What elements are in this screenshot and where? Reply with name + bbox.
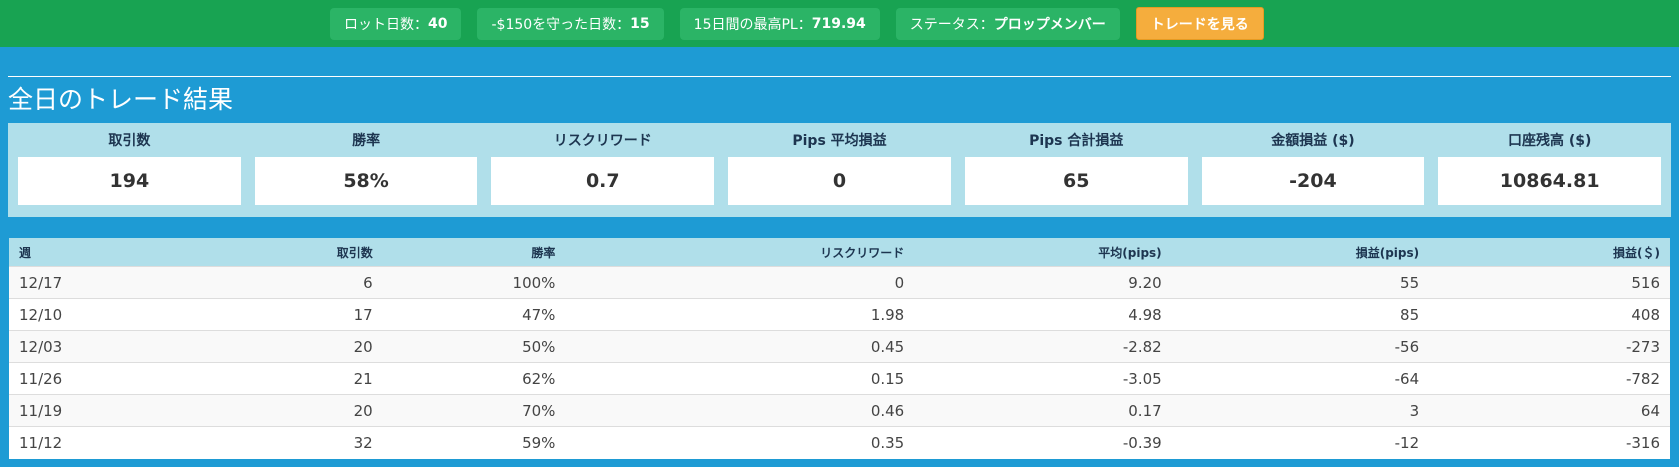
stat-account-balance: 口座残高 ($) 10864.81 bbox=[1438, 123, 1662, 205]
cell-avg-pips: 4.98 bbox=[914, 298, 1172, 331]
stat-value: 10864.81 bbox=[1438, 157, 1662, 205]
cell-trades: 6 bbox=[158, 266, 383, 299]
stat-win-rate: 勝率 58% bbox=[254, 123, 478, 205]
col-header-pl-dollars: 損益(＄) bbox=[1429, 238, 1670, 267]
cell-pl-pips: -64 bbox=[1171, 362, 1430, 395]
table-row: 12/17 6 100% 0 9.20 55 516 bbox=[9, 266, 1670, 299]
table-row: 11/19 20 70% 0.46 0.17 3 64 bbox=[9, 394, 1670, 427]
cell-trades: 21 bbox=[158, 362, 383, 395]
cell-trades: 32 bbox=[158, 426, 383, 459]
cell-avg-pips: 9.20 bbox=[914, 266, 1172, 299]
stat-value: 0 bbox=[728, 157, 951, 205]
weekly-results-table: 週 取引数 勝率 リスクリワード 平均(pips) 損益(pips) 損益(＄)… bbox=[9, 238, 1670, 459]
col-header-pl-pips: 損益(pips) bbox=[1171, 238, 1430, 267]
col-header-risk-reward: リスクリワード bbox=[565, 238, 915, 267]
status-value: プロップメンバー bbox=[993, 16, 1106, 33]
cell-trades: 20 bbox=[158, 394, 383, 427]
cell-pl-dollars: -273 bbox=[1429, 330, 1670, 363]
stat-label: 取引数 bbox=[108, 133, 151, 149]
max-pl-pill: 15日間の最高PL： 719.94 bbox=[679, 7, 880, 40]
table-row: 12/10 17 47% 1.98 4.98 85 408 bbox=[9, 298, 1670, 331]
cell-avg-pips: -2.82 bbox=[914, 330, 1172, 363]
table-row: 12/03 20 50% 0.45 -2.82 -56 -273 bbox=[9, 330, 1670, 363]
section-divider bbox=[8, 76, 1671, 77]
cell-pl-dollars: -316 bbox=[1429, 426, 1670, 459]
stat-label: 金額損益 ($) bbox=[1271, 133, 1355, 149]
cell-week: 11/19 bbox=[9, 394, 159, 427]
cell-trades: 20 bbox=[158, 330, 383, 363]
cell-pl-pips: 85 bbox=[1171, 298, 1430, 331]
stat-value: 58% bbox=[254, 157, 478, 205]
cell-risk-reward: 0.45 bbox=[565, 330, 915, 363]
cell-win-rate: 50% bbox=[382, 330, 566, 363]
status-label: ステータス： bbox=[909, 16, 994, 33]
view-trades-button[interactable]: トレードを見る bbox=[1135, 7, 1264, 40]
stat-value: -204 bbox=[1201, 157, 1425, 205]
status-pill: ステータス： プロップメンバー bbox=[895, 7, 1120, 40]
cell-avg-pips: -0.39 bbox=[914, 426, 1172, 459]
cell-week: 11/12 bbox=[9, 426, 159, 459]
cell-win-rate: 62% bbox=[382, 362, 566, 395]
cell-pl-dollars: -782 bbox=[1429, 362, 1670, 395]
cell-pl-pips: -56 bbox=[1171, 330, 1430, 363]
cell-week: 11/26 bbox=[9, 362, 159, 395]
section-title: 全日のトレード結果 bbox=[8, 85, 234, 114]
cell-risk-reward: 1.98 bbox=[565, 298, 915, 331]
cell-win-rate: 70% bbox=[382, 394, 566, 427]
cell-pl-dollars: 408 bbox=[1429, 298, 1670, 331]
cell-pl-pips: 55 bbox=[1171, 266, 1430, 299]
cell-win-rate: 100% bbox=[382, 266, 566, 299]
stat-value: 65 bbox=[964, 157, 1188, 205]
cell-week: 12/03 bbox=[9, 330, 159, 363]
cell-win-rate: 59% bbox=[382, 426, 566, 459]
col-header-win-rate: 勝率 bbox=[382, 238, 566, 267]
lot-days-label: ロット日数： bbox=[344, 16, 428, 33]
stat-label: リスクリワード bbox=[553, 133, 652, 149]
stat-dollar-pl: 金額損益 ($) -204 bbox=[1201, 123, 1425, 205]
max-pl-label: 15日間の最高PL： bbox=[693, 16, 812, 33]
col-header-week: 週 bbox=[9, 238, 159, 267]
col-header-avg-pips: 平均(pips) bbox=[914, 238, 1172, 267]
stat-trade-count: 取引数 194 bbox=[18, 123, 241, 205]
cell-avg-pips: 0.17 bbox=[914, 394, 1172, 427]
cell-pl-dollars: 516 bbox=[1429, 266, 1670, 299]
weekly-results-table-wrapper: 週 取引数 勝率 リスクリワード 平均(pips) 損益(pips) 損益(＄)… bbox=[9, 238, 1670, 467]
stat-risk-reward: リスクリワード 0.7 bbox=[491, 123, 715, 205]
cell-pl-pips: 3 bbox=[1171, 394, 1430, 427]
cell-trades: 17 bbox=[158, 298, 383, 331]
cell-risk-reward: 0.46 bbox=[565, 394, 915, 427]
cell-week: 12/17 bbox=[9, 266, 159, 299]
cell-risk-reward: 0.35 bbox=[565, 426, 915, 459]
lot-days-pill: ロット日数： 40 bbox=[330, 7, 462, 40]
stat-value: 194 bbox=[18, 157, 241, 205]
cell-week: 12/10 bbox=[9, 298, 159, 331]
summary-stats-panel: 取引数 194 勝率 58% リスクリワード 0.7 Pips 平均損益 0 P… bbox=[8, 123, 1671, 217]
top-status-bar: ロット日数： 40 -$150を守った日数： 15 15日間の最高PL： 719.94… bbox=[0, 0, 1679, 47]
stat-pips-average: Pips 平均損益 0 bbox=[728, 123, 951, 205]
cell-win-rate: 47% bbox=[382, 298, 566, 331]
col-header-trades: 取引数 bbox=[158, 238, 383, 267]
protected-days-value: 15 bbox=[630, 15, 650, 32]
protected-days-pill: -$150を守った日数： 15 bbox=[477, 7, 664, 40]
table-header-row: 週 取引数 勝率 リスクリワード 平均(pips) 損益(pips) 損益(＄) bbox=[9, 238, 1670, 267]
stat-label: 口座残高 ($) bbox=[1507, 133, 1592, 149]
table-row: 11/12 32 59% 0.35 -0.39 -12 -316 bbox=[9, 426, 1670, 459]
cell-risk-reward: 0.15 bbox=[565, 362, 915, 395]
cell-avg-pips: -3.05 bbox=[914, 362, 1172, 395]
stat-value: 0.7 bbox=[491, 157, 715, 205]
cell-pl-dollars: 64 bbox=[1429, 394, 1670, 427]
lot-days-value: 40 bbox=[428, 15, 448, 32]
max-pl-value: 719.94 bbox=[811, 15, 866, 32]
stat-label: Pips 平均損益 bbox=[792, 133, 887, 149]
cell-risk-reward: 0 bbox=[565, 266, 915, 299]
stat-label: 勝率 bbox=[352, 133, 381, 149]
protected-days-label: -$150を守った日数： bbox=[491, 16, 631, 33]
cell-pl-pips: -12 bbox=[1171, 426, 1430, 459]
table-row: 11/26 21 62% 0.15 -3.05 -64 -782 bbox=[9, 362, 1670, 395]
stat-pips-total: Pips 合計損益 65 bbox=[964, 123, 1188, 205]
stat-label: Pips 合計損益 bbox=[1029, 133, 1124, 149]
